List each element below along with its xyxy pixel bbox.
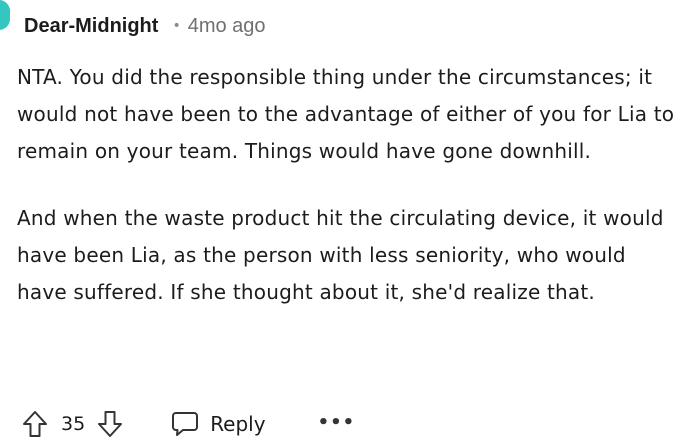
comment-body: NTA. You did the responsible thing under… xyxy=(17,59,677,311)
speech-bubble-icon xyxy=(172,412,199,436)
author-username[interactable]: Dear-Midnight xyxy=(24,15,158,38)
comment-meta: Dear-Midnight • 4mo ago xyxy=(24,11,266,41)
more-options-button[interactable]: ••• xyxy=(318,412,356,433)
comment: Dear-Midnight • 4mo ago NTA. You did the… xyxy=(0,0,682,438)
avatar[interactable] xyxy=(0,0,10,30)
meta-separator: • xyxy=(172,18,181,34)
comment-paragraph: And when the waste product hit the circu… xyxy=(17,206,664,304)
downvote-arrow-icon xyxy=(98,411,123,437)
comment-actions: 35 Reply ••• xyxy=(22,406,355,438)
reply-button[interactable]: Reply xyxy=(171,411,266,437)
comment-timestamp[interactable]: 4mo ago xyxy=(188,15,266,38)
comment-paragraph: NTA. You did the responsible thing under… xyxy=(17,65,675,163)
downvote-button[interactable] xyxy=(97,410,123,438)
reply-label: Reply xyxy=(210,412,266,436)
upvote-arrow-icon xyxy=(23,411,47,437)
upvote-button[interactable] xyxy=(22,410,48,438)
vote-score: 35 xyxy=(61,413,86,435)
